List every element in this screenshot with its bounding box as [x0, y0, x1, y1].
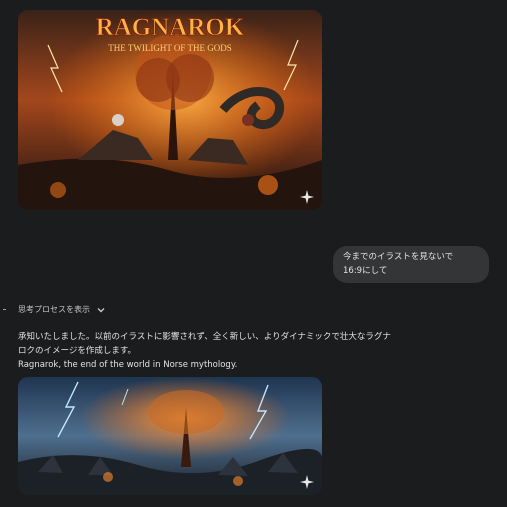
generated-image-ragnarok-2[interactable]: [18, 377, 322, 495]
response-line-1: 承知いたしました。以前のイラストに影響されず、全く新しい、よりダイナミックで壮大…: [18, 332, 391, 342]
response-line-3: Ragnarok, the end of the world in Norse …: [18, 360, 238, 370]
chevron-down-icon: [97, 307, 105, 312]
sparkle-icon: [300, 475, 314, 489]
divider-mark: [3, 309, 6, 310]
sparkle-icon: [300, 190, 314, 204]
ragnarok-illustration-1: RAGNAROK THE TWILIGHT OF THE GODS: [18, 10, 322, 210]
ragnarok-illustration-2: [18, 377, 322, 495]
show-thinking-toggle[interactable]: 思考プロセスを表示: [18, 304, 106, 315]
user-message-bubble: 今までのイラストを見ないで 16:9にして: [333, 246, 489, 283]
user-message-line-2: 16:9にして: [343, 266, 388, 276]
response-line-2: ロクのイメージを作成します。: [18, 346, 136, 356]
generated-image-ragnarok-1[interactable]: RAGNAROK THE TWILIGHT OF THE GODS: [18, 10, 322, 210]
user-message-line-1: 今までのイラストを見ないで: [343, 252, 454, 262]
model-response-text: 承知いたしました。以前のイラストに影響されず、全く新しい、よりダイナミックで壮大…: [18, 330, 488, 372]
image-subtitle-text: THE TWILIGHT OF THE GODS: [108, 43, 232, 53]
image-title-text: RAGNAROK: [96, 14, 245, 41]
show-thinking-label: 思考プロセスを表示: [18, 305, 90, 314]
